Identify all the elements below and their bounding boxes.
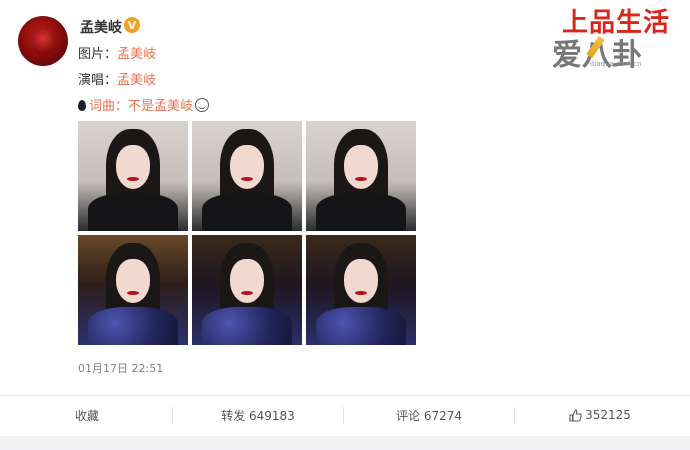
face bbox=[230, 145, 264, 189]
username[interactable]: 孟美岐 bbox=[80, 17, 122, 37]
comment-label: 评论 67274 bbox=[396, 408, 462, 423]
coat bbox=[88, 193, 178, 231]
thumbs-up-icon bbox=[569, 408, 582, 421]
coat bbox=[202, 307, 292, 345]
weibo-post-card: 孟美岐 V 图片：孟美岐 演唱：孟美岐 词曲：不是孟美岐 01月17日 22:5… bbox=[0, 0, 690, 436]
credit-line-vocal: 演唱：孟美岐 bbox=[78, 69, 156, 88]
lips bbox=[127, 291, 139, 295]
credit-label-vocal: 演唱： bbox=[78, 73, 118, 88]
favorite-label: 收藏 bbox=[74, 408, 99, 423]
repost-label: 转发 649183 bbox=[221, 408, 295, 423]
photo-4[interactable] bbox=[78, 235, 188, 345]
repost-button[interactable]: 转发 649183 bbox=[173, 396, 343, 434]
water-drop-icon bbox=[78, 100, 86, 111]
face bbox=[344, 145, 378, 189]
face bbox=[230, 259, 264, 303]
coat bbox=[202, 193, 292, 231]
lips bbox=[355, 177, 367, 181]
coat bbox=[316, 307, 406, 345]
favorite-button[interactable]: 收藏 bbox=[2, 396, 172, 434]
photo-3[interactable] bbox=[306, 121, 416, 231]
face bbox=[116, 259, 150, 303]
photo-6[interactable] bbox=[306, 235, 416, 345]
lips bbox=[241, 291, 253, 295]
comment-button[interactable]: 评论 67274 bbox=[344, 396, 514, 434]
laugh-emoji-icon bbox=[195, 98, 210, 112]
like-button[interactable]: 352125 bbox=[515, 396, 685, 434]
credit-label-image: 图片： bbox=[78, 47, 118, 62]
credit-link-vocal[interactable]: 孟美岐 bbox=[117, 73, 156, 88]
lips bbox=[241, 177, 253, 181]
like-count: 352125 bbox=[585, 408, 631, 422]
post-timestamp[interactable]: 01月17日 22:51 bbox=[78, 360, 163, 376]
action-bar: 收藏 转发 649183 评论 67274 352125 bbox=[0, 395, 690, 434]
verified-badge-icon: V bbox=[124, 17, 140, 33]
face bbox=[344, 259, 378, 303]
coat bbox=[316, 193, 406, 231]
credit-line-image: 图片：孟美岐 bbox=[78, 43, 156, 62]
lips bbox=[127, 177, 139, 181]
credit-link-lyrics[interactable]: 不是孟美岐 bbox=[128, 99, 193, 114]
face bbox=[116, 145, 150, 189]
credit-label-lyrics[interactable]: 词曲： bbox=[89, 99, 128, 114]
lips bbox=[355, 291, 367, 295]
photo-2[interactable] bbox=[192, 121, 302, 231]
credit-line-lyrics: 词曲：不是孟美岐 bbox=[78, 95, 210, 114]
photo-5[interactable] bbox=[192, 235, 302, 345]
photo-1[interactable] bbox=[78, 121, 188, 231]
watermark-url: ibaqua.com.cn bbox=[590, 60, 642, 68]
user-avatar[interactable] bbox=[18, 16, 68, 66]
credit-link-image[interactable]: 孟美岐 bbox=[117, 47, 156, 62]
coat bbox=[88, 307, 178, 345]
